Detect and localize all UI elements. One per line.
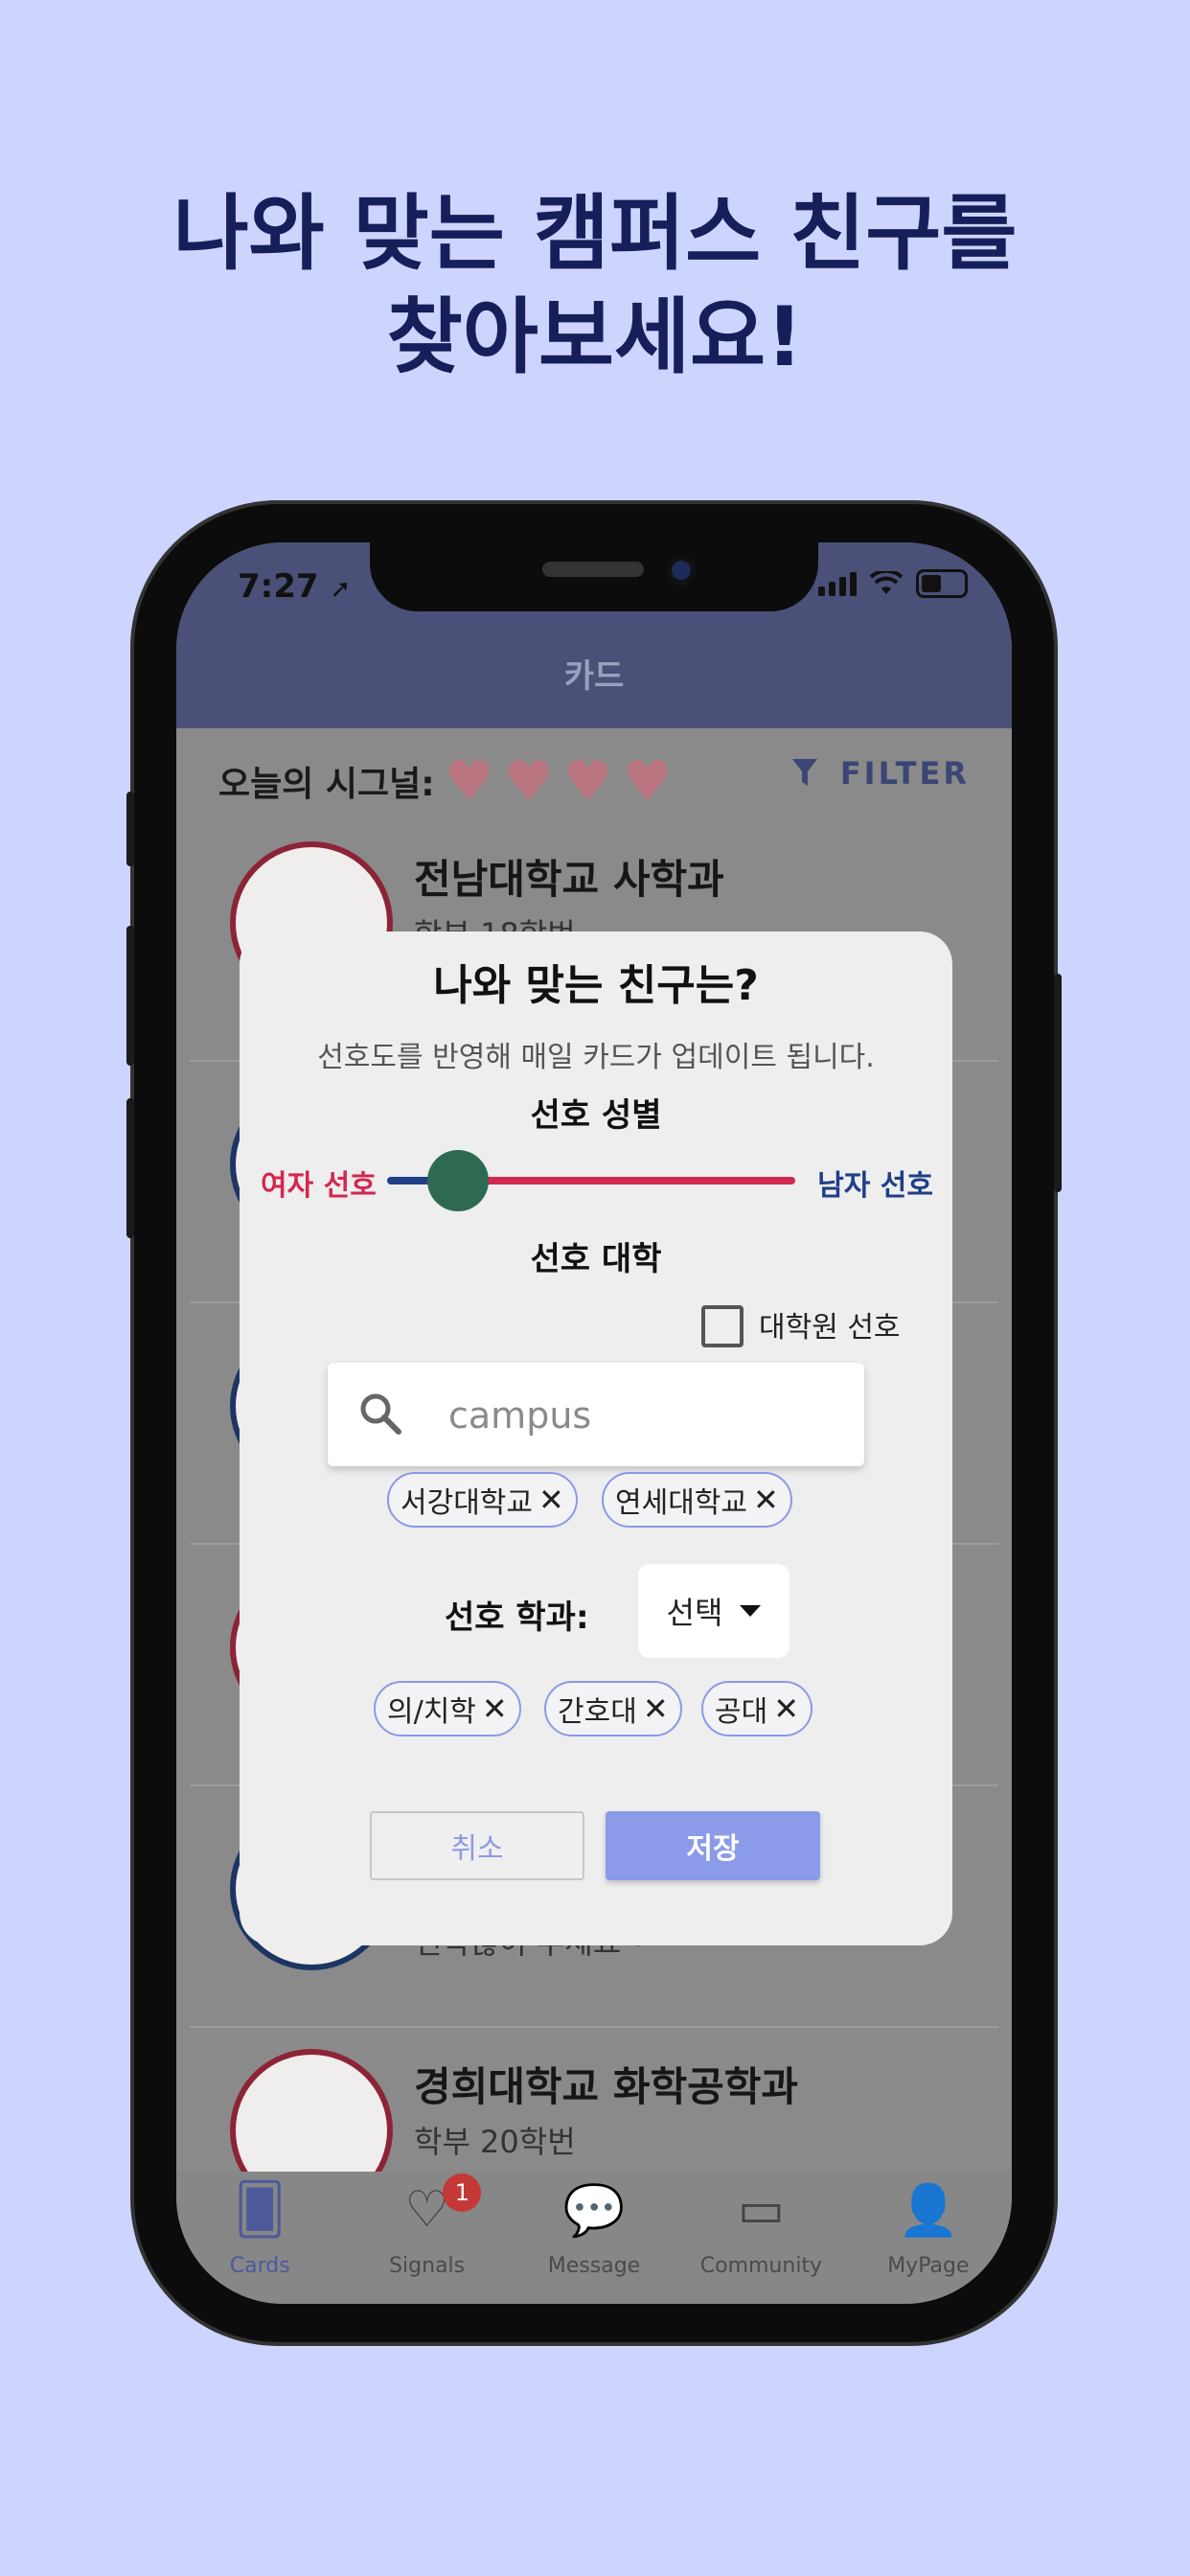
department-chip[interactable]: 공대 ✕ [701, 1681, 813, 1736]
modal-title: 나와 맞는 친구는? [433, 961, 759, 1010]
cellular-signal-icon [818, 571, 857, 596]
heart-icon: ♥ [562, 748, 613, 814]
male-pref-label: 남자 선호 [817, 1169, 933, 1203]
university-search [328, 1363, 864, 1466]
save-button[interactable]: 저장 [606, 1811, 820, 1880]
status-icons [818, 569, 968, 598]
university-section-label: 선호 대학 [530, 1240, 662, 1278]
tab-message[interactable]: 💬 Message [511, 2172, 677, 2304]
chip-label: 간호대 [558, 1695, 637, 1729]
chat-bubble-icon: 💬 [562, 2182, 626, 2240]
tab-label: MyPage [887, 2254, 970, 2278]
signal-label: 오늘의 시그널: [218, 765, 435, 804]
university-chip[interactable]: 서강대학교 ✕ [387, 1472, 578, 1528]
chip-label: 연세대학교 [615, 1486, 747, 1520]
card-detail: 학부 20학번 [414, 2124, 576, 2160]
preference-modal: 나와 맞는 친구는? 선호도를 반영해 매일 카드가 업데이트 됩니다. 선호 … [240, 932, 952, 1945]
gender-section-label: 선호 성별 [530, 1096, 662, 1135]
filter-icon [791, 759, 817, 786]
promo-headline: 나와 맞는 캠퍼스 친구를 찾아보세요! [0, 182, 1190, 389]
headline-line-2: 찾아보세요! [386, 289, 804, 385]
close-icon[interactable]: ✕ [753, 1482, 779, 1518]
department-select[interactable]: 선택 [638, 1564, 790, 1658]
heart-icon: ♥ [503, 748, 554, 814]
power-button [1054, 974, 1062, 1192]
department-chip[interactable]: 의/치학 ✕ [374, 1681, 521, 1736]
close-icon[interactable]: ✕ [643, 1690, 669, 1727]
filter-label: FILTER [839, 755, 970, 792]
slider-track-female-side [445, 1177, 795, 1184]
close-icon[interactable]: ✕ [482, 1690, 508, 1727]
status-time-text: 7:27 [238, 567, 319, 606]
battery-icon [916, 569, 968, 598]
volume-down-button [126, 1098, 134, 1238]
wifi-icon [870, 571, 903, 594]
location-arrow-icon: ➚ [330, 575, 352, 604]
tab-signals[interactable]: ♡ 1 Signals [343, 2172, 510, 2304]
university-search-input[interactable] [446, 1386, 834, 1445]
cancel-button[interactable]: 취소 [370, 1811, 584, 1880]
heart-icon: ♥ [622, 748, 673, 814]
select-value: 선택 [666, 1595, 723, 1631]
close-icon[interactable]: ✕ [538, 1482, 564, 1518]
heart-icon: ♥ [444, 748, 494, 814]
gender-slider-thumb[interactable] [427, 1150, 489, 1211]
tab-mypage[interactable]: 👤 MyPage [845, 2172, 1012, 2304]
volume-up-button [126, 926, 134, 1066]
tab-community[interactable]: ▭ Community [677, 2172, 844, 2304]
tab-label: Cards [229, 2254, 290, 2278]
headline-line-1: 나와 맞는 캠퍼스 친구를 [172, 186, 1018, 282]
chip-label: 공대 [715, 1695, 768, 1729]
notch [370, 542, 818, 611]
tab-label: Signals [389, 2254, 466, 2278]
female-pref-label: 여자 선호 [261, 1169, 377, 1203]
search-icon [360, 1393, 401, 1435]
app-title: 카드 [563, 657, 625, 696]
modal-description: 선호도를 반영해 매일 카드가 업데이트 됩니다. [317, 1041, 875, 1074]
chip-label: 의/치학 [387, 1695, 476, 1729]
close-icon[interactable]: ✕ [773, 1690, 799, 1727]
forum-icon: ▭ [737, 2181, 785, 2239]
tab-cards[interactable]: 🂠 Cards [176, 2172, 343, 2304]
status-time: 7:27 ➚ [238, 567, 351, 606]
mute-switch [126, 792, 134, 866]
bottom-tab-bar: 🂠 Cards ♡ 1 Signals 💬 Message ▭ Communit… [176, 2172, 1012, 2304]
tab-label: Message [547, 2254, 641, 2278]
grad-school-checkbox[interactable] [701, 1305, 744, 1347]
person-icon: 👤 [897, 2182, 960, 2240]
front-camera [667, 556, 696, 585]
cards-icon: 🂠 [234, 2181, 286, 2239]
department-chip[interactable]: 간호대 ✕ [544, 1681, 682, 1736]
signal-row: 오늘의 시그널: ♥ ♥ ♥ ♥ [218, 753, 673, 809]
department-label: 선호 학과: [445, 1598, 589, 1637]
card-school: 경희대학교 화학공학과 [414, 2063, 799, 2110]
filter-button[interactable]: FILTER [791, 755, 970, 792]
university-chip[interactable]: 연세대학교 ✕ [602, 1472, 792, 1528]
chip-label: 서강대학교 [400, 1486, 533, 1520]
speaker [542, 562, 644, 577]
grad-school-label: 대학원 선호 [759, 1311, 901, 1345]
card-school: 전남대학교 사학과 [414, 856, 724, 903]
caret-down-icon [740, 1605, 762, 1617]
notification-badge: 1 [443, 2174, 482, 2212]
tab-label: Community [699, 2254, 823, 2278]
